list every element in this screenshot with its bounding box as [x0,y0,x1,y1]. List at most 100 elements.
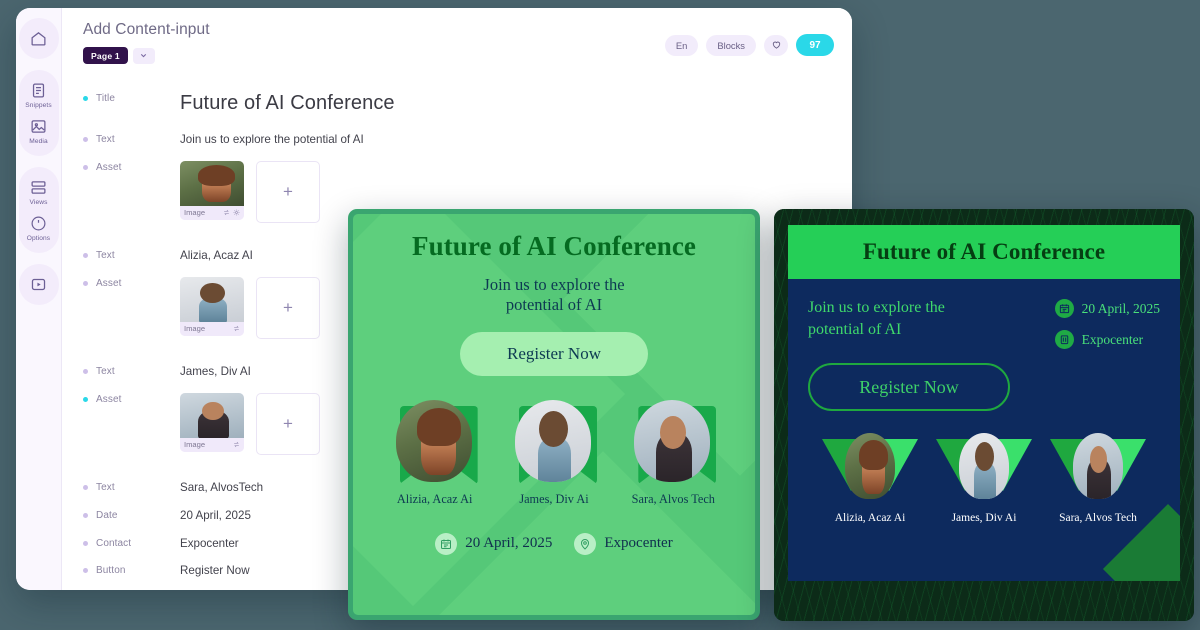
portrait-image [180,276,244,322]
sidebar-item-label: Views [29,198,48,206]
field-label[interactable]: Text [62,133,180,145]
text-value[interactable]: Join us to explore the potential of AI [180,133,832,147]
plus-icon: + [283,297,293,317]
add-asset-button[interactable]: + [256,160,320,223]
field-label-text: Contact [96,537,132,549]
add-asset-button[interactable]: + [256,392,320,455]
field-label[interactable]: Asset [62,393,180,405]
blocks-pill[interactable]: Blocks [706,34,756,56]
register-now-button[interactable]: Register Now [460,331,648,376]
avatar [1050,433,1146,505]
asset-thumbnail[interactable] [180,276,244,322]
sidebar-item-snippets[interactable]: Snippets [19,76,59,112]
field-label[interactable]: Text [62,481,180,493]
sidebar-item-video[interactable] [19,270,59,297]
asset-thumbnail[interactable] [180,160,244,206]
sidebar-item-home[interactable] [19,24,59,51]
add-asset-button[interactable]: + [256,276,320,339]
image-icon [29,117,48,136]
register-now-button[interactable]: Register Now [808,363,1010,411]
field-label-text: Text [96,249,115,261]
asset-chip-actions [233,441,240,448]
asset-chip-actions [223,209,240,216]
sidebar-item-label: Options [26,234,51,242]
sidebar-item-options[interactable]: Options [19,209,59,245]
sidebar: Snippets Media Views Options [16,8,62,590]
field-label-text: Date [96,509,118,521]
field-label[interactable]: Asset [62,277,180,289]
asset-card[interactable]: Image [180,160,244,221]
field-label[interactable]: Contact [62,537,180,549]
speaker-name: Alizia, Acaz Ai [834,512,906,524]
field-label[interactable]: Text [62,249,180,261]
field-label[interactable]: Text [62,365,180,377]
sidebar-item-label: Snippets [25,101,52,109]
asset-chip: Image [180,205,244,221]
event-date: 20 April, 2025 [435,532,552,555]
sidebar-group-1 [18,18,59,59]
options-icon [29,214,48,233]
field-label-text: Asset [96,161,122,173]
field-label-text: Title [96,93,116,104]
sidebar-item-views[interactable]: Views [19,173,59,209]
calendar-icon [1054,299,1074,318]
status-dot [83,540,88,546]
gear-icon[interactable] [233,209,240,216]
sidebar-item-media[interactable]: Media [19,112,59,148]
speaker-photo [845,433,895,499]
dark-poster-body: Join us to explore the potential of AI 20… [788,279,1180,581]
count-badge[interactable]: 97 [796,34,834,56]
speaker-name: Alizia, Acaz Ai [396,491,473,506]
asset-card[interactable]: Image [180,392,244,453]
sidebar-group-4 [18,264,59,306]
dark-poster-card[interactable]: Future of AI Conference Join us to explo… [774,209,1194,621]
portrait-image [1073,433,1123,499]
screen: Snippets Media Views Options Add Content… [0,0,1200,630]
field-label[interactable]: Date [62,509,180,521]
poster-title: Future of AI Conference [862,239,1106,264]
asset-chip: Image [180,321,244,337]
speaker-item: Sara, Alvos Tech [617,398,729,507]
asset-thumbnail[interactable] [180,392,244,438]
status-dot [83,137,88,142]
event-venue: Expocenter [1054,330,1160,349]
swap-icon[interactable] [233,441,240,448]
page-chip[interactable]: Page 1 [83,47,128,64]
poster-subtitle: Join us to explore the potential of AI [808,299,945,338]
portrait-image [634,399,711,482]
field-row: Title Future of AI Conference [62,92,852,115]
sidebar-item-label: Media [29,137,48,145]
title-text[interactable]: Future of AI Conference [180,92,832,115]
swap-icon[interactable] [223,209,230,216]
event-date: 20 April, 2025 [1054,299,1160,318]
avatar [630,398,717,484]
language-pill[interactable]: En [664,34,699,56]
field-value[interactable]: Join us to explore the potential of AI [180,133,852,147]
asset-card[interactable]: Image [180,276,244,337]
play-video-icon [29,275,48,294]
plus-icon: + [283,181,293,201]
event-venue: Expocenter [574,532,673,555]
location-pin-icon [574,532,597,555]
plus-icon: + [283,413,293,433]
dark-title-banner: Future of AI Conference [788,225,1180,279]
status-dot [83,96,88,101]
building-icon [1054,330,1074,349]
topbar-actions: En Blocks 97 [664,34,834,56]
speaker-name: Sara, Alvos Tech [1059,512,1137,524]
speaker-photo [634,399,711,482]
field-label[interactable]: Button [62,564,180,576]
field-label-text: Text [96,481,115,493]
swap-icon[interactable] [233,325,240,332]
green-poster-card[interactable]: Future of AI Conference Join us to explo… [348,209,760,620]
speaker-photo [959,433,1009,499]
page-dropdown-button[interactable] [132,47,155,64]
field-label[interactable]: Asset [62,161,180,173]
asset-chip-label: Image [184,208,206,218]
field-value[interactable]: Future of AI Conference [180,92,852,115]
favorite-button[interactable] [764,34,788,56]
event-venue-text: Expocenter [1081,331,1144,347]
field-label-text: Asset [96,393,122,405]
field-label[interactable]: Title [62,92,180,104]
